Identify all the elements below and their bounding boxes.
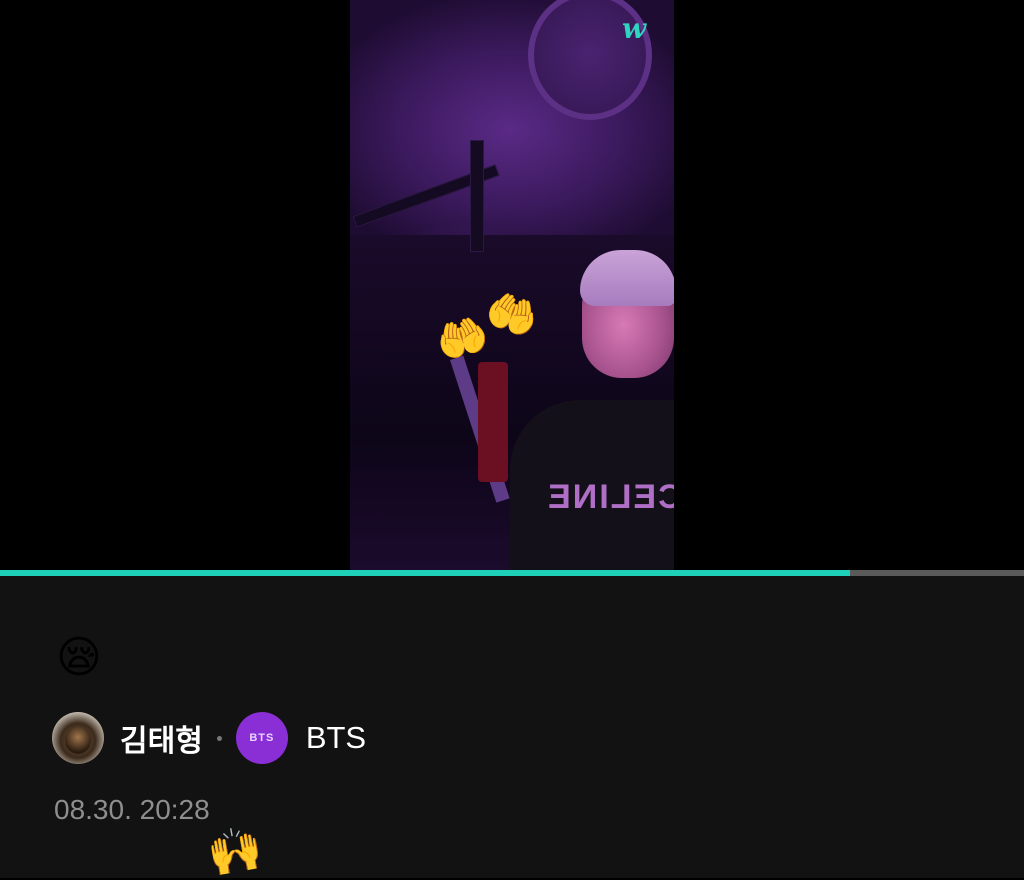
post-timestamp: 08.30. 20:28 <box>54 794 210 825</box>
community-badge-text: BTS <box>249 732 275 744</box>
separator-dot <box>216 735 222 741</box>
waving-hands-icon: 🙌 <box>204 822 267 880</box>
community-badge[interactable]: BTS <box>235 712 288 764</box>
shirt-print: CELINE <box>546 478 674 516</box>
avatar[interactable] <box>52 712 104 764</box>
hanging-cloth <box>478 362 508 482</box>
post-info-panel: 😪 김태형 BTS BTS 08.30. 20:28 🙌 <box>0 576 1024 880</box>
community-name[interactable]: BTS <box>306 720 366 756</box>
post-emoji: 😪 <box>56 633 102 682</box>
author-row: 김태형 BTS BTS <box>52 710 366 766</box>
weverse-logo: w <box>622 12 647 45</box>
rack-post <box>470 140 484 252</box>
hair <box>580 250 674 306</box>
video-frame[interactable]: CELINE 🤲 🤲 w <box>350 0 674 570</box>
video-player[interactable]: CELINE 🤲 🤲 w <box>0 0 1024 570</box>
author-name[interactable]: 김태형 <box>120 716 203 760</box>
